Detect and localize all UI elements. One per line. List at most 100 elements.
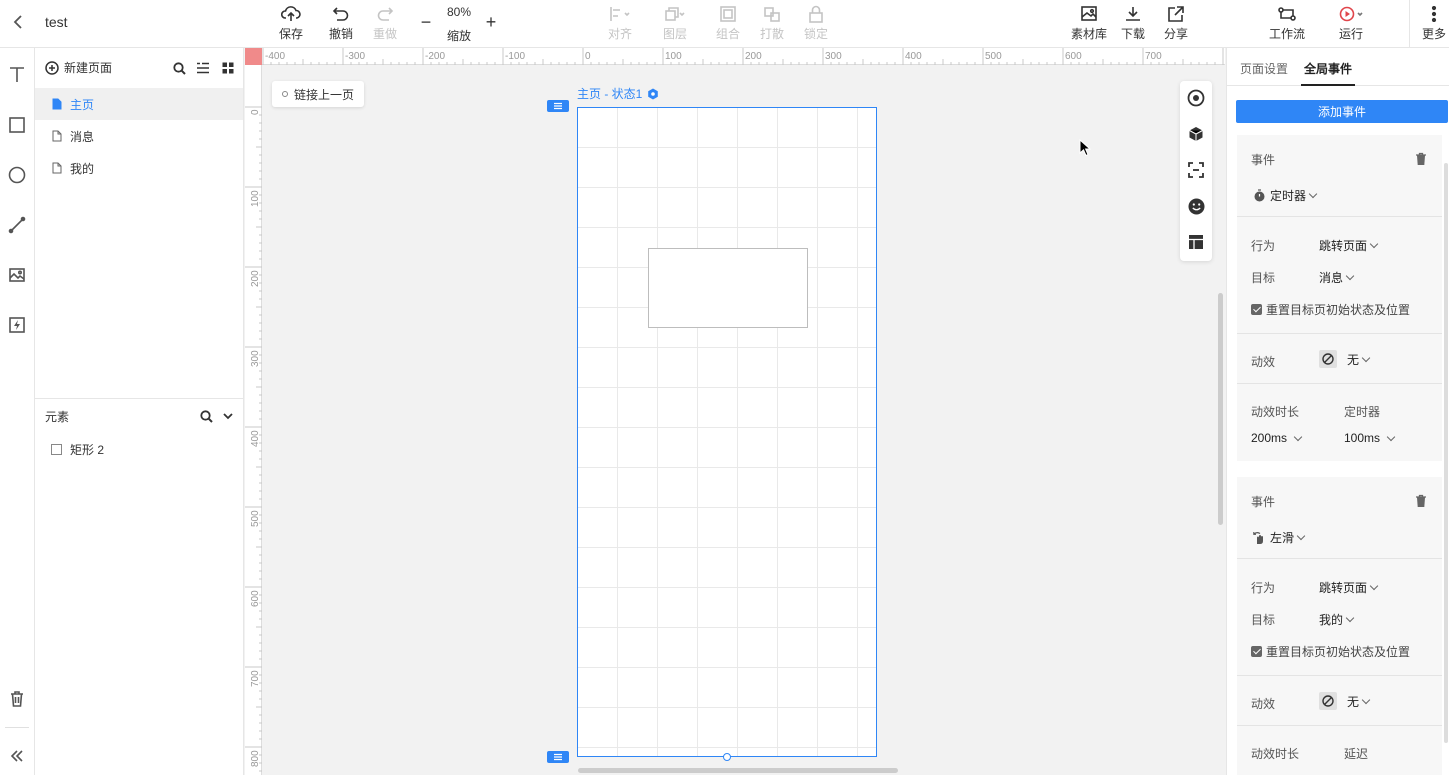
horizontal-scrollbar[interactable] (578, 768, 898, 773)
ruler-label: 700 (250, 670, 261, 687)
group-button[interactable]: 组合 (714, 0, 742, 48)
page-item-home[interactable]: 主页 (35, 88, 243, 120)
element-checkbox[interactable] (51, 444, 62, 455)
timer-delay-value: 100ms (1344, 431, 1381, 445)
chevron-down-icon (1361, 695, 1371, 704)
share-button[interactable]: 分享 (1162, 0, 1190, 48)
layout-template-icon[interactable] (1186, 232, 1206, 252)
chevron-down-icon (1386, 432, 1396, 441)
layers-button[interactable]: 图层 (660, 0, 690, 48)
ruler-label: 500 (985, 51, 1002, 62)
chevron-down-icon (1345, 613, 1355, 623)
chevron-down-icon[interactable] (220, 408, 236, 424)
vertical-scrollbar[interactable] (1218, 293, 1223, 525)
redo-button[interactable]: 重做 (371, 0, 399, 48)
event-trigger-select[interactable]: 左滑 (1253, 529, 1306, 546)
zoom-level[interactable]: 80% (446, 5, 472, 19)
rectangle-shape[interactable] (648, 248, 808, 328)
reset-target-checkbox[interactable]: 重置目标页初始状态及位置 (1251, 301, 1410, 318)
ruler-label: 300 (825, 51, 842, 62)
artboard-menu-handle[interactable] (547, 751, 569, 763)
target-value: 我的 (1319, 613, 1344, 627)
back-icon[interactable] (8, 12, 28, 32)
circle-tool-icon[interactable] (4, 162, 30, 188)
zoom-out-button[interactable]: − (418, 12, 434, 32)
add-event-button[interactable]: 添加事件 (1236, 100, 1448, 123)
grid-view-icon[interactable] (220, 60, 236, 76)
panel-scrollbar[interactable] (1444, 163, 1448, 743)
event-trigger-select[interactable]: 定时器 (1253, 187, 1318, 204)
action-value: 跳转页面 (1319, 239, 1368, 253)
ruler-label: 600 (250, 590, 261, 607)
new-page-label: 新建页面 (64, 61, 113, 75)
canvas-area[interactable]: -400 -300 -200 -100 0 100 200 300 400 500 600 700 0… (245, 48, 1225, 775)
element-item-rect2[interactable]: 矩形 2 (51, 441, 104, 458)
page-item-messages[interactable]: 消息 (35, 120, 243, 152)
save-button[interactable]: 保存 (277, 0, 305, 48)
target-icon[interactable] (1186, 88, 1206, 108)
image-tool-icon[interactable] (4, 262, 30, 288)
tab-page-settings[interactable]: 页面设置 (1240, 60, 1288, 77)
new-page-button[interactable]: 新建页面 (45, 59, 112, 76)
divider (1237, 725, 1442, 726)
search-icon[interactable] (171, 60, 187, 76)
properties-tabs: 页面设置 全局事件 (1227, 48, 1449, 86)
divider (1237, 383, 1442, 384)
ruler-label: -400 (265, 51, 286, 62)
align-button[interactable]: 对齐 (605, 0, 635, 48)
artboard[interactable] (577, 107, 877, 757)
interaction-tool-icon[interactable] (4, 312, 30, 338)
search-icon[interactable] (198, 408, 214, 424)
target-select[interactable]: 消息 (1319, 269, 1355, 286)
rectangle-tool-icon[interactable] (4, 112, 30, 138)
ruler-ticks (245, 106, 262, 772)
more-button[interactable]: 更多 (1420, 0, 1448, 48)
emoji-icon[interactable] (1186, 196, 1206, 216)
target-value: 消息 (1319, 271, 1344, 285)
lock-button[interactable]: 锁定 (802, 0, 830, 48)
collapse-panel-icon[interactable] (4, 743, 30, 769)
reset-target-checkbox[interactable]: 重置目标页初始状态及位置 (1251, 643, 1410, 660)
action-select[interactable]: 跳转页面 (1319, 237, 1379, 254)
effect-select[interactable]: 无 (1319, 692, 1371, 710)
download-button[interactable]: 下载 (1119, 0, 1147, 48)
menu-icon (554, 102, 562, 110)
divider (1237, 216, 1442, 217)
line-tool-icon[interactable] (4, 212, 30, 238)
target-select[interactable]: 我的 (1319, 611, 1355, 628)
link-previous-label: 链接上一页 (294, 87, 355, 102)
list-view-icon[interactable] (195, 60, 211, 76)
tab-global-events[interactable]: 全局事件 (1304, 60, 1352, 77)
timer-delay-select[interactable]: 100ms (1344, 431, 1396, 445)
page-item-mine[interactable]: 我的 (35, 152, 243, 184)
play-icon (1339, 3, 1363, 25)
action-select[interactable]: 跳转页面 (1319, 579, 1379, 596)
group-icon (716, 3, 740, 25)
link-previous-page-button[interactable]: 链接上一页 (272, 81, 365, 107)
page-file-icon (52, 162, 62, 174)
run-button[interactable]: 运行 (1336, 0, 1366, 48)
artboard-resize-handle[interactable] (723, 753, 731, 761)
text-tool-icon[interactable] (4, 62, 30, 88)
artboard-menu-handle[interactable] (547, 100, 569, 112)
zoom-in-button[interactable]: + (483, 12, 499, 32)
duration-select[interactable]: 200ms (1251, 431, 1303, 445)
trash-icon[interactable] (4, 686, 30, 712)
assets-button[interactable]: 素材库 (1070, 0, 1108, 48)
undo-button[interactable]: 撤销 (327, 0, 355, 48)
ruler-label: -300 (345, 51, 366, 62)
scan-icon[interactable] (1186, 160, 1206, 180)
artboard-label[interactable]: 主页 - 状态1 (577, 85, 659, 102)
element-item-label: 矩形 2 (70, 443, 105, 457)
divider (1237, 675, 1442, 676)
elements-title: 元素 (45, 410, 70, 424)
cube-icon[interactable] (1186, 124, 1206, 144)
ungroup-button[interactable]: 打散 (758, 0, 786, 48)
trash-icon[interactable] (1414, 152, 1428, 166)
effect-select[interactable]: 无 (1319, 350, 1371, 368)
workflow-button[interactable]: 工作流 (1268, 0, 1306, 48)
trash-icon[interactable] (1414, 494, 1428, 508)
more-vertical-icon (1422, 3, 1446, 25)
settings-hex-icon[interactable] (647, 88, 659, 100)
image-library-icon (1077, 3, 1101, 25)
